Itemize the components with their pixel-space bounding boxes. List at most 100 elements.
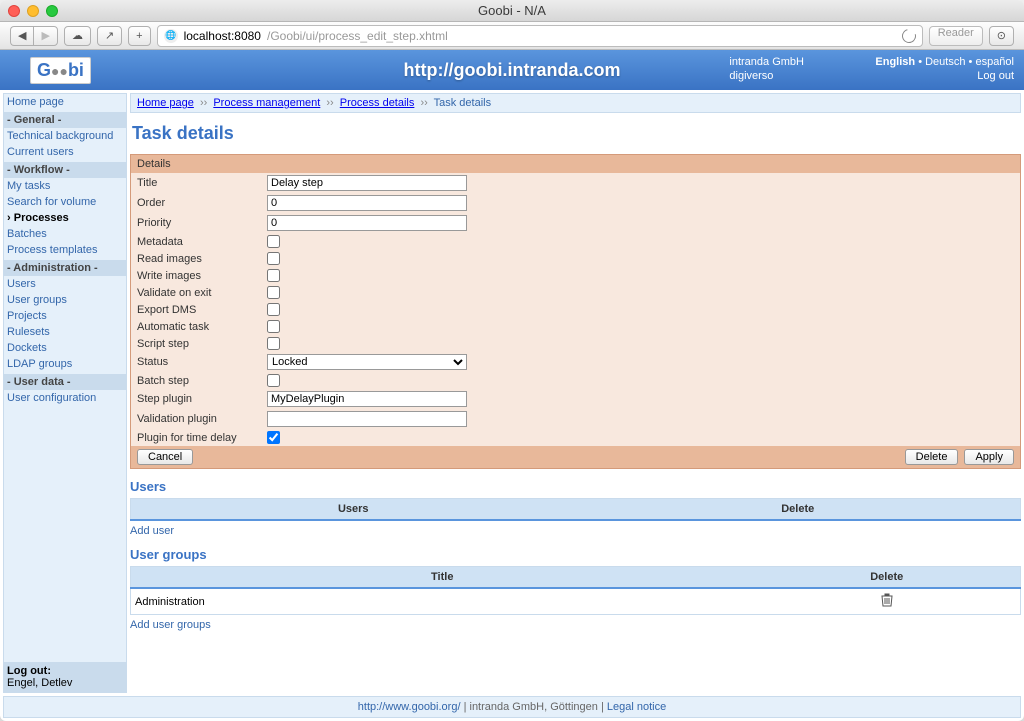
logout-label: Log out: — [7, 665, 51, 677]
window-titlebar: Goobi - N/A — [0, 0, 1024, 22]
footer: http://www.goobi.org/ | intranda GmbH, G… — [3, 696, 1021, 718]
details-box: Details Title Order Priority Metadata Re… — [130, 154, 1021, 469]
label-metadata: Metadata — [137, 236, 267, 248]
url-field[interactable]: 🌐 localhost:8080/Goobi/ui/process_edit_s… — [157, 25, 923, 47]
label-priority: Priority — [137, 217, 267, 229]
add-button[interactable]: + — [128, 26, 150, 46]
checkbox-validate-on-exit[interactable] — [267, 286, 280, 299]
add-user-link[interactable]: Add user — [130, 525, 174, 537]
header-company[interactable]: intranda GmbH — [729, 56, 804, 68]
header-url: http://goobi.intranda.com — [0, 60, 1024, 81]
usergroups-col-title: Title — [131, 567, 754, 589]
window-title: Goobi - N/A — [0, 3, 1024, 18]
select-status[interactable]: Locked — [267, 354, 467, 370]
sidebar-current-users[interactable]: Current users — [4, 144, 126, 160]
usergroups-table: Title Delete Administration — [130, 566, 1021, 615]
breadcrumb-current: Task details — [434, 97, 491, 109]
checkbox-metadata[interactable] — [267, 235, 280, 248]
checkbox-write-images[interactable] — [267, 269, 280, 282]
sidebar-section-workflow: - Workflow - — [4, 162, 126, 178]
sidebar-ldap-groups[interactable]: LDAP groups — [4, 356, 126, 372]
sidebar-process-templates[interactable]: Process templates — [4, 242, 126, 258]
site-icon: 🌐 — [164, 29, 178, 43]
lang-deutsch[interactable]: Deutsch — [925, 56, 965, 68]
label-automatic-task: Automatic task — [137, 321, 267, 333]
sidebar-section-general: - General - — [4, 112, 126, 128]
page-title: Task details — [130, 113, 1021, 154]
sidebar-my-tasks[interactable]: My tasks — [4, 178, 126, 194]
sidebar-batches[interactable]: Batches — [4, 226, 126, 242]
app-header: G●●bi http://goobi.intranda.com intranda… — [0, 50, 1024, 90]
sidebar-rulesets[interactable]: Rulesets — [4, 324, 126, 340]
apply-button[interactable]: Apply — [964, 449, 1014, 465]
sidebar-technical-background[interactable]: Technical background — [4, 128, 126, 144]
users-col-users: Users — [131, 499, 576, 521]
header-tagline[interactable]: digiverso — [729, 70, 773, 82]
footer-company: intranda GmbH, Göttingen — [470, 701, 598, 713]
label-plugin-time-delay: Plugin for time delay — [137, 432, 267, 444]
sidebar: Home page - General - Technical backgrou… — [3, 93, 127, 693]
usergroups-section-title: User groups — [130, 547, 1021, 562]
breadcrumb: Home page ›› Process management ›› Proce… — [130, 93, 1021, 113]
label-step-plugin: Step plugin — [137, 393, 267, 405]
add-usergroups-link[interactable]: Add user groups — [130, 619, 211, 631]
label-export-dms: Export DMS — [137, 304, 267, 316]
footer-legal[interactable]: Legal notice — [607, 701, 666, 713]
back-button[interactable]: ◀ — [10, 26, 33, 46]
reader-button[interactable]: Reader — [929, 26, 983, 46]
checkbox-batch-step[interactable] — [267, 374, 280, 387]
sidebar-user-groups[interactable]: User groups — [4, 292, 126, 308]
cancel-button[interactable]: Cancel — [137, 449, 193, 465]
sidebar-projects[interactable]: Projects — [4, 308, 126, 324]
share-button[interactable]: ↗ — [97, 26, 122, 46]
users-table: Users Delete — [130, 498, 1021, 521]
sidebar-dockets[interactable]: Dockets — [4, 340, 126, 356]
input-validation-plugin[interactable] — [267, 411, 467, 427]
checkbox-automatic-task[interactable] — [267, 320, 280, 333]
label-script-step: Script step — [137, 338, 267, 350]
breadcrumb-process-mgmt[interactable]: Process management — [213, 97, 320, 109]
footer-goobi-url[interactable]: http://www.goobi.org/ — [358, 701, 461, 713]
sidebar-home[interactable]: Home page — [4, 94, 126, 110]
breadcrumb-sep: ›› — [420, 97, 427, 109]
downloads-button[interactable]: ⊙ — [989, 26, 1014, 46]
reload-icon[interactable] — [899, 26, 918, 45]
delete-button[interactable]: Delete — [905, 449, 959, 465]
trash-icon[interactable] — [881, 593, 893, 607]
checkbox-export-dms[interactable] — [267, 303, 280, 316]
logout-user: Engel, Detlev — [7, 677, 72, 689]
users-section-title: Users — [130, 479, 1021, 494]
forward-button[interactable]: ▶ — [33, 26, 57, 46]
sidebar-section-admin: - Administration - — [4, 260, 126, 276]
logo[interactable]: G●●bi — [30, 57, 91, 84]
header-logout[interactable]: Log out — [977, 70, 1014, 82]
label-batch-step: Batch step — [137, 375, 267, 387]
main-content: Home page ›› Process management ›› Proce… — [130, 93, 1021, 693]
breadcrumb-process-details[interactable]: Process details — [340, 97, 415, 109]
lang-english[interactable]: English — [875, 56, 915, 68]
usergroups-col-delete: Delete — [754, 567, 1021, 589]
icloud-button[interactable]: ☁ — [64, 26, 91, 46]
label-validate-on-exit: Validate on exit — [137, 287, 267, 299]
checkbox-script-step[interactable] — [267, 337, 280, 350]
details-heading: Details — [131, 155, 1020, 173]
label-validation-plugin: Validation plugin — [137, 413, 267, 425]
sidebar-processes[interactable]: Processes — [4, 210, 126, 226]
label-write-images: Write images — [137, 270, 267, 282]
input-title[interactable] — [267, 175, 467, 191]
checkbox-plugin-time-delay[interactable] — [267, 431, 280, 444]
label-order: Order — [137, 197, 267, 209]
lang-espanol[interactable]: español — [975, 56, 1014, 68]
sidebar-users[interactable]: Users — [4, 276, 126, 292]
sidebar-search-volume[interactable]: Search for volume — [4, 194, 126, 210]
input-priority[interactable] — [267, 215, 467, 231]
input-order[interactable] — [267, 195, 467, 211]
users-col-delete: Delete — [576, 499, 1021, 521]
breadcrumb-home[interactable]: Home page — [137, 97, 194, 109]
sidebar-user-config[interactable]: User configuration — [4, 390, 126, 406]
sidebar-logout[interactable]: Log out: Engel, Detlev — [4, 662, 126, 692]
checkbox-read-images[interactable] — [267, 252, 280, 265]
input-step-plugin[interactable] — [267, 391, 467, 407]
label-title: Title — [137, 177, 267, 189]
label-read-images: Read images — [137, 253, 267, 265]
